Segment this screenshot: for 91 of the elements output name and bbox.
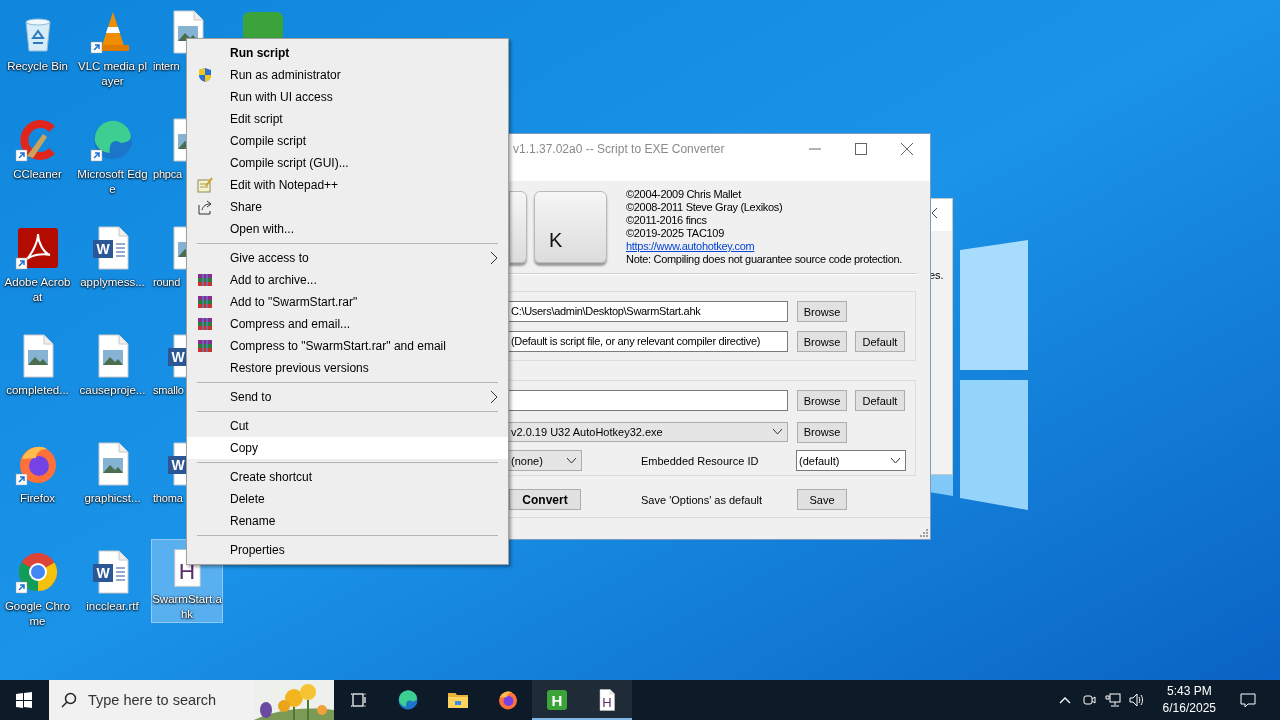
browse-button[interactable]: Browse [797, 331, 847, 352]
menu-item[interactable]: Compress to "SwarmStart.rar" and email [187, 335, 508, 357]
text-field[interactable]: (Default is script file, or any relevant compiler directive) [509, 331, 788, 352]
menu-item[interactable]: Run script [187, 42, 508, 64]
icon-label: Google Chrome [3, 599, 72, 629]
icon-label: intern [153, 59, 180, 74]
icon-label: Firefox [18, 491, 57, 506]
menu-item[interactable]: Run as administrator [187, 64, 508, 86]
share-icon [197, 199, 213, 215]
icon-label: smallo [153, 383, 184, 398]
icon-label: incclear.rtf [85, 599, 140, 614]
field-label: Embedded Resource ID [641, 454, 760, 467]
notepad-icon [197, 177, 213, 193]
menu-item[interactable]: Compile script (GUI)... [187, 152, 508, 174]
network-icon[interactable] [1104, 692, 1121, 708]
window-title: v1.1.37.02a0 -- Script to EXE Converter [512, 141, 726, 156]
chevron-down-icon [891, 457, 900, 464]
dropdown[interactable]: (none) [509, 450, 582, 471]
browse-button[interactable]: Browse [797, 301, 847, 322]
maximize-icon [855, 143, 867, 155]
menu-item[interactable]: Compile script [187, 130, 508, 152]
archive-icon [197, 272, 213, 288]
clock-time[interactable]: 5:43 PM [1166, 683, 1212, 700]
save-label: Save 'Options' as default [641, 493, 763, 506]
browse-button[interactable]: Browse [797, 421, 847, 443]
menu-item[interactable]: Share [187, 196, 508, 218]
menu-item[interactable]: Restore previous versions [187, 357, 508, 379]
menu-item[interactable]: Edit script [187, 108, 508, 130]
convert-button[interactable]: Convert [509, 489, 581, 510]
credit-line: ©2008-2011 Steve Gray (Lexikos) [626, 201, 784, 214]
text-field[interactable] [509, 390, 788, 411]
icon-label: graphicst... [83, 491, 142, 506]
icon-label: Recycle Bin [6, 59, 69, 74]
menu-item[interactable]: Add to "SwarmStart.rar" [187, 291, 508, 313]
search-icon [61, 692, 77, 708]
notification-icon[interactable] [1240, 692, 1256, 708]
credit-line: ©2011-2016 fincs [626, 214, 708, 227]
icon-label: SwarmStart.ahk [151, 592, 223, 622]
menu-item[interactable]: Open with... [187, 218, 508, 240]
note-text: Note: Compiling does not guarantee source code protection. [626, 253, 903, 266]
text-field[interactable]: C:\Users\admin\Desktop\SwarmStart.ahk [509, 301, 788, 322]
menu-item[interactable]: Edit with Notepad++ [187, 174, 508, 196]
browse-button[interactable]: Default [855, 331, 905, 352]
taskbar-button[interactable]: H [581, 680, 632, 720]
shield-icon [197, 67, 213, 83]
archive-icon [197, 316, 213, 332]
archive-icon [197, 294, 213, 310]
menu-item[interactable]: Delete [187, 488, 508, 510]
resize-grip-icon[interactable] [920, 529, 928, 537]
save-button[interactable]: Save [797, 489, 847, 510]
volume-icon[interactable] [1128, 692, 1145, 708]
browse-button[interactable]: Default [855, 390, 905, 411]
windows-icon [16, 692, 32, 708]
icon-label: applymess... [79, 275, 146, 290]
search-input[interactable]: Type here to search [88, 692, 268, 708]
key-image: K [534, 191, 607, 263]
icon-label: Adobe Acrobat [3, 275, 72, 305]
close-icon [901, 143, 913, 155]
dropdown[interactable]: v2.0.19 U32 AutoHotkey32.exe [509, 422, 788, 442]
camera-icon[interactable] [1080, 692, 1097, 708]
icon-label: Microsoft Edge [76, 167, 149, 197]
menu-item[interactable]: Run with UI access [187, 86, 508, 108]
menu-item[interactable]: Rename [187, 510, 508, 532]
icon-label: thoma [153, 491, 183, 506]
icon-label: round [153, 275, 181, 290]
website-link[interactable]: https://www.autohotkey.com [626, 240, 755, 252]
menu-item[interactable]: Add to archive... [187, 269, 508, 291]
credit-line: ©2019-2025 TAC109 [626, 227, 725, 240]
icon-label: CCleaner [12, 167, 63, 182]
app-icon: H [545, 688, 570, 712]
icon-label: completed... [5, 383, 70, 398]
key-image [509, 191, 527, 263]
close-icon[interactable] [931, 207, 937, 219]
chevron-right-icon [490, 391, 498, 403]
search-field[interactable]: Type here to search [49, 680, 334, 720]
chevron-down-icon [773, 429, 782, 435]
clock-date[interactable]: 6/16/2025 [1162, 700, 1216, 717]
browse-button[interactable]: Browse [797, 390, 847, 411]
menu-item[interactable]: Send to [187, 386, 508, 408]
menu-item[interactable]: Create shortcut [187, 466, 508, 488]
menu-item[interactable]: Compress and email... [187, 313, 508, 335]
icon-label: VLC media player [76, 59, 148, 89]
menu-item[interactable]: Give access to [187, 247, 508, 269]
icon-label: causeproje... [78, 383, 147, 398]
archive-icon [197, 338, 213, 354]
credit-line: ©2004-2009 Chris Mallet [626, 188, 743, 201]
menu-item[interactable]: Cut [187, 415, 508, 437]
chevron-down-icon [567, 457, 576, 464]
dropdown[interactable]: (default) [796, 450, 906, 471]
icon-label: phpca [153, 167, 182, 182]
chevron-right-icon [490, 252, 498, 264]
